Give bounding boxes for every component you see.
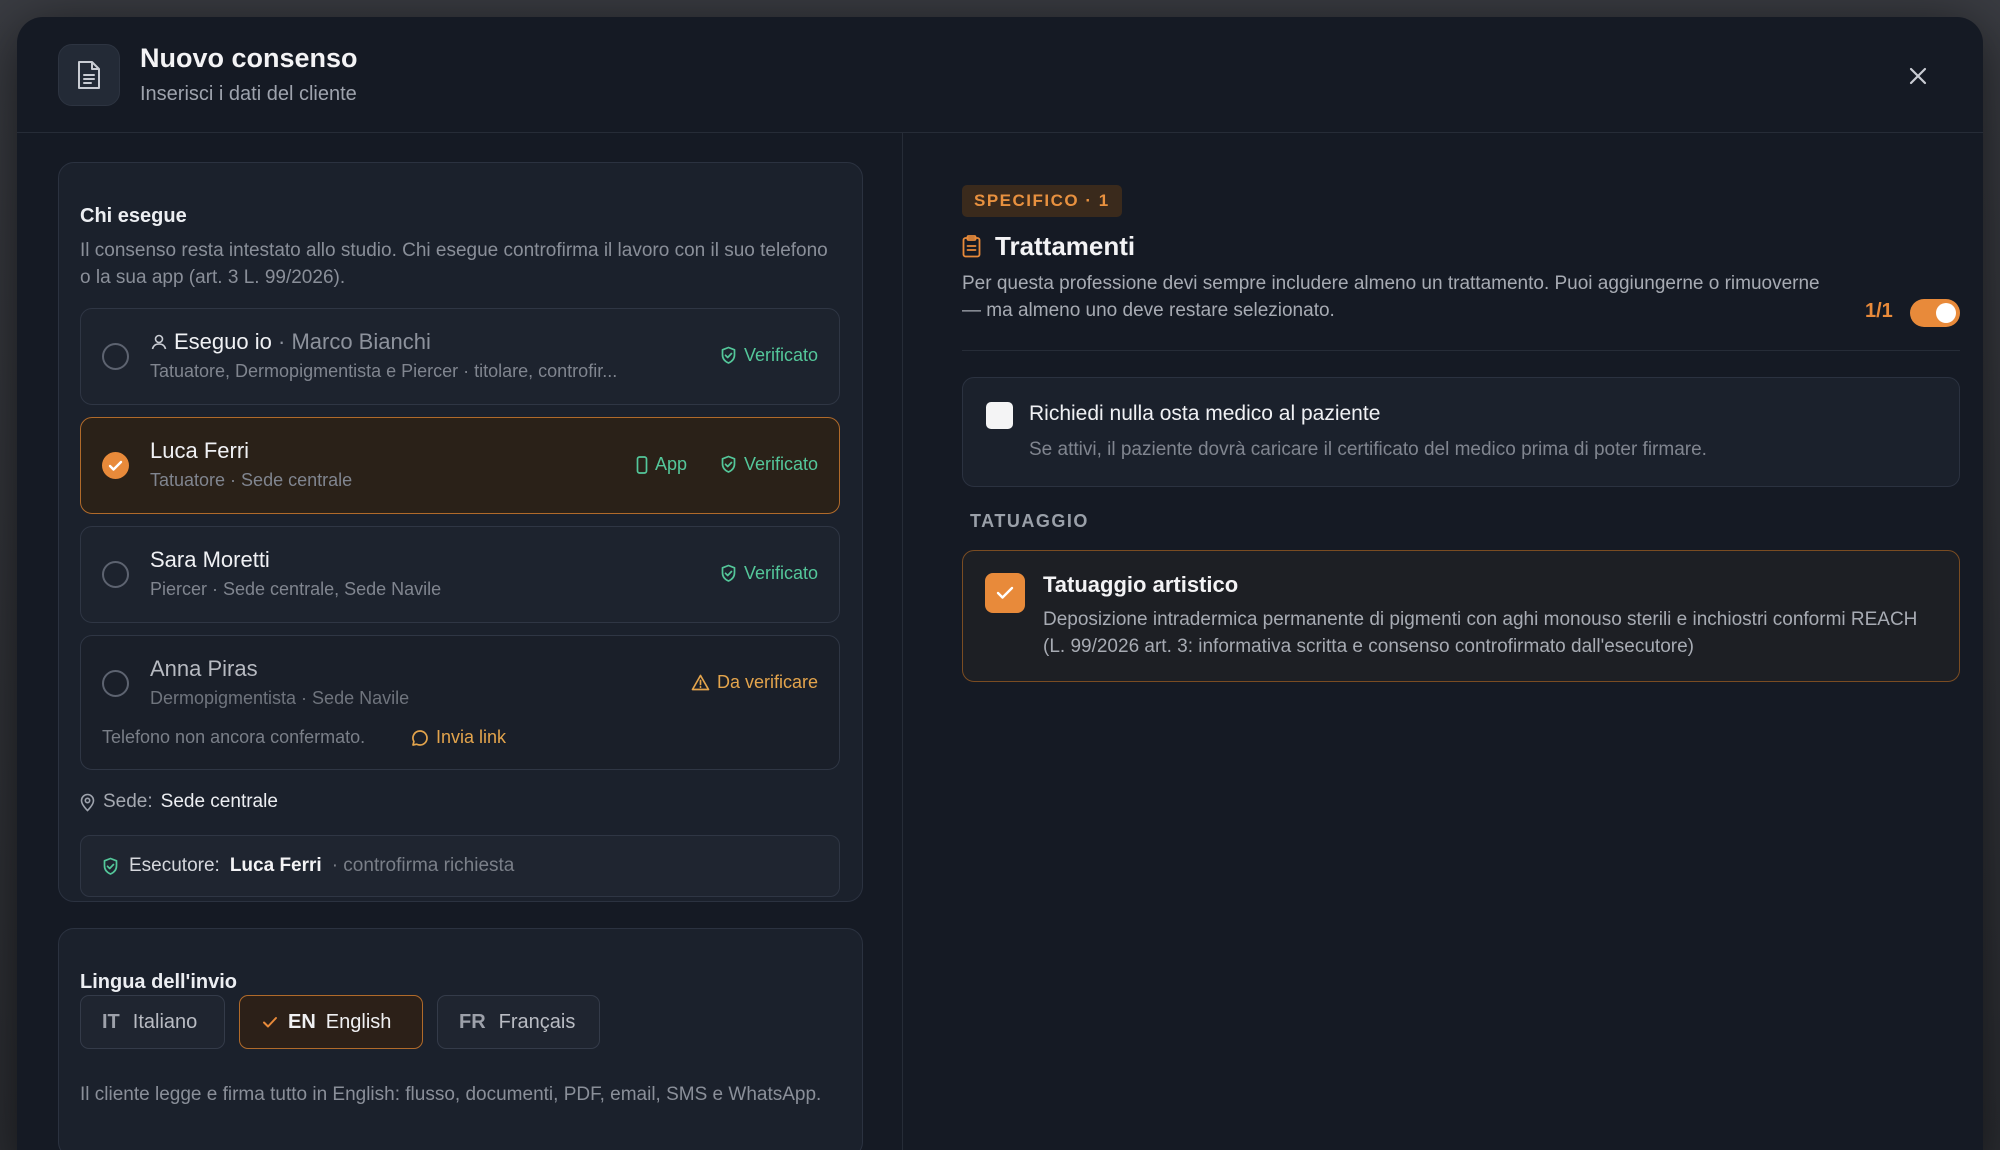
clipboard-icon bbox=[962, 235, 981, 258]
unverified-badge: Da verificare bbox=[691, 672, 818, 693]
treatments-count: 1/1 bbox=[1865, 300, 1893, 322]
treatment-checkbox[interactable] bbox=[985, 573, 1025, 613]
person-extra: Marco Bianchi bbox=[291, 329, 431, 354]
language-option-en[interactable]: EN English bbox=[239, 995, 423, 1049]
shield-check-icon bbox=[721, 346, 736, 364]
warning-icon bbox=[691, 674, 710, 691]
person-role: Dermopigmentista · Sede Navile bbox=[150, 688, 410, 708]
executor-card: Chi esegue Il consenso resta intestato a… bbox=[58, 162, 863, 902]
location-label: Sede: bbox=[103, 791, 153, 812]
language-option-it[interactable]: IT Italiano bbox=[80, 995, 225, 1049]
specific-pill: SPECIFICO · 1 bbox=[962, 185, 1122, 217]
medical-clearance-title: Richiedi nulla osta medico al paziente bbox=[1029, 402, 1381, 425]
location-pin-icon bbox=[80, 793, 95, 812]
person-role: Tatuatore · Sede centrale bbox=[150, 470, 353, 490]
executor-summary: Esecutore: Luca Ferri · controfirma rich… bbox=[80, 835, 840, 897]
column-divider bbox=[902, 133, 903, 1150]
phone-icon bbox=[636, 455, 648, 474]
message-icon bbox=[412, 729, 428, 746]
location-row: Sede: Sede centrale bbox=[80, 791, 278, 813]
check-icon bbox=[996, 586, 1014, 599]
shield-check-icon bbox=[721, 455, 736, 473]
modal-subtitle: Inserisci i dati del cliente bbox=[140, 83, 357, 105]
app-badge: App bbox=[636, 454, 687, 475]
executor-card-title: Chi esegue bbox=[80, 205, 187, 227]
person-name: Eseguo io bbox=[174, 329, 272, 354]
shield-check-icon bbox=[721, 564, 736, 582]
treatments-heading: Trattamenti bbox=[962, 231, 1135, 262]
verified-badge: Verificato bbox=[720, 345, 818, 366]
executor-value: Luca Ferri bbox=[229, 855, 322, 876]
treatment-description: Deposizione intradermica permanente di p… bbox=[1043, 609, 1918, 657]
person-role: Tatuatore, Dermopigmentista e Piercer · … bbox=[150, 361, 618, 381]
radio-button[interactable] bbox=[102, 561, 129, 588]
section-label-tattoo: TATUAGGIO bbox=[970, 511, 1089, 531]
person-role: Piercer · Sede centrale, Sede Navile bbox=[150, 579, 442, 599]
modal-title: Nuovo consenso bbox=[140, 43, 358, 73]
person-name: Anna Piras bbox=[150, 656, 258, 681]
radio-button[interactable] bbox=[102, 670, 129, 697]
person-name: Sara Moretti bbox=[150, 547, 270, 572]
treatments-title: Trattamenti bbox=[995, 231, 1136, 261]
medical-clearance-checkbox[interactable] bbox=[986, 402, 1013, 429]
shield-check-icon bbox=[103, 857, 118, 875]
send-link-button[interactable]: Invia link bbox=[411, 727, 506, 748]
executor-option-self[interactable]: Eseguo io · Marco Bianchi Tatuatore, Der… bbox=[80, 308, 840, 405]
language-option-fr[interactable]: FR Français bbox=[437, 995, 600, 1049]
treatment-card-tattoo[interactable]: Tatuaggio artistico Deposizione intrader… bbox=[962, 550, 1960, 682]
treatments-description: Per questa professione devi sempre inclu… bbox=[962, 273, 1820, 321]
radio-button-checked[interactable] bbox=[102, 452, 129, 479]
close-icon[interactable] bbox=[1903, 61, 1933, 91]
location-value: Sede centrale bbox=[160, 791, 278, 812]
executor-card-description: Il consenso resta intestato allo studio.… bbox=[80, 240, 828, 288]
medical-clearance-description: Se attivi, il paziente dovrà caricare il… bbox=[1029, 439, 1707, 460]
person-name-row: Eseguo io · Marco Bianchi bbox=[150, 329, 431, 355]
language-card-description: Il cliente legge e firma tutto in Englis… bbox=[80, 1084, 822, 1105]
executor-option-luca-ferri[interactable]: Luca Ferri Tatuatore · Sede centrale App… bbox=[80, 417, 840, 514]
language-card-title: Lingua dell'invio bbox=[80, 971, 237, 993]
verified-badge: Verificato bbox=[720, 563, 818, 584]
executor-option-sara-moretti[interactable]: Sara Moretti Piercer · Sede centrale, Se… bbox=[80, 526, 840, 623]
person-name: Luca Ferri bbox=[150, 438, 250, 463]
consent-modal: Nuovo consenso Inserisci i dati del clie… bbox=[17, 17, 1983, 1150]
check-icon bbox=[263, 1016, 277, 1027]
treatments-divider bbox=[962, 350, 1960, 351]
check-icon bbox=[108, 460, 123, 471]
medical-clearance-card[interactable]: Richiedi nulla osta medico al paziente S… bbox=[962, 377, 1960, 487]
radio-button[interactable] bbox=[102, 343, 129, 370]
modal-header: Nuovo consenso Inserisci i dati del clie… bbox=[17, 17, 1983, 133]
executor-note: · controfirma richiesta bbox=[331, 855, 515, 876]
executor-label: Esecutore: bbox=[129, 855, 220, 876]
treatment-title: Tatuaggio artistico bbox=[1043, 572, 1239, 597]
phone-note: Telefono non ancora confermato. bbox=[102, 727, 366, 747]
document-icon bbox=[58, 44, 120, 106]
executor-option-anna-piras[interactable]: Anna Piras Dermopigmentista · Sede Navil… bbox=[80, 635, 840, 770]
treatments-toggle[interactable] bbox=[1910, 299, 1960, 327]
verified-badge: Verificato bbox=[720, 454, 818, 475]
user-icon bbox=[151, 334, 167, 350]
